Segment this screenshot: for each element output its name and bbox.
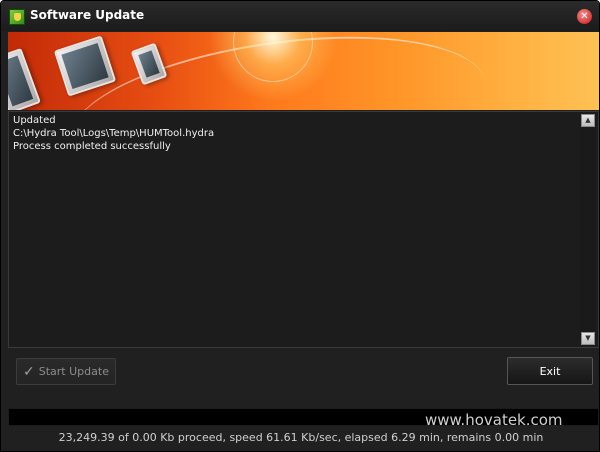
monitor-icon (8, 47, 41, 110)
start-update-button[interactable]: ✓ Start Update (16, 358, 116, 385)
title-bar[interactable]: Software Update ✕ (1, 1, 599, 31)
window-title: Software Update (30, 8, 145, 22)
checkmark-icon: ✓ (23, 363, 35, 380)
exit-label: Exit (539, 364, 561, 378)
header-banner (8, 32, 599, 110)
close-icon[interactable]: ✕ (577, 9, 592, 24)
software-update-window: Software Update ✕ Updated C:\Hydra Tool\L… (0, 0, 600, 452)
status-text: 23,249.39 of 0.00 Kb proceed, speed 61.6… (58, 431, 544, 444)
scroll-up-icon[interactable]: ▲ (581, 114, 595, 127)
start-update-label: Start Update (38, 365, 109, 378)
log-line: C:\Hydra Tool\Logs\Temp\HUMTool.hydra (13, 128, 215, 139)
scroll-down-icon[interactable]: ▼ (581, 332, 595, 345)
watermark: www.hovatek.com (425, 411, 563, 429)
log-panel[interactable]: Updated C:\Hydra Tool\Logs\Temp\HUMTool.h… (8, 111, 599, 348)
app-icon (9, 9, 25, 25)
log-scrollbar[interactable]: ▲ ▼ (580, 113, 596, 346)
exit-button[interactable]: Exit (507, 357, 593, 385)
log-line: Updated (13, 115, 56, 126)
log-line: Process completed successfully (13, 141, 171, 152)
log-text: Updated C:\Hydra Tool\Logs\Temp\HUMTool.h… (13, 114, 576, 153)
monitor-icon (53, 35, 117, 97)
